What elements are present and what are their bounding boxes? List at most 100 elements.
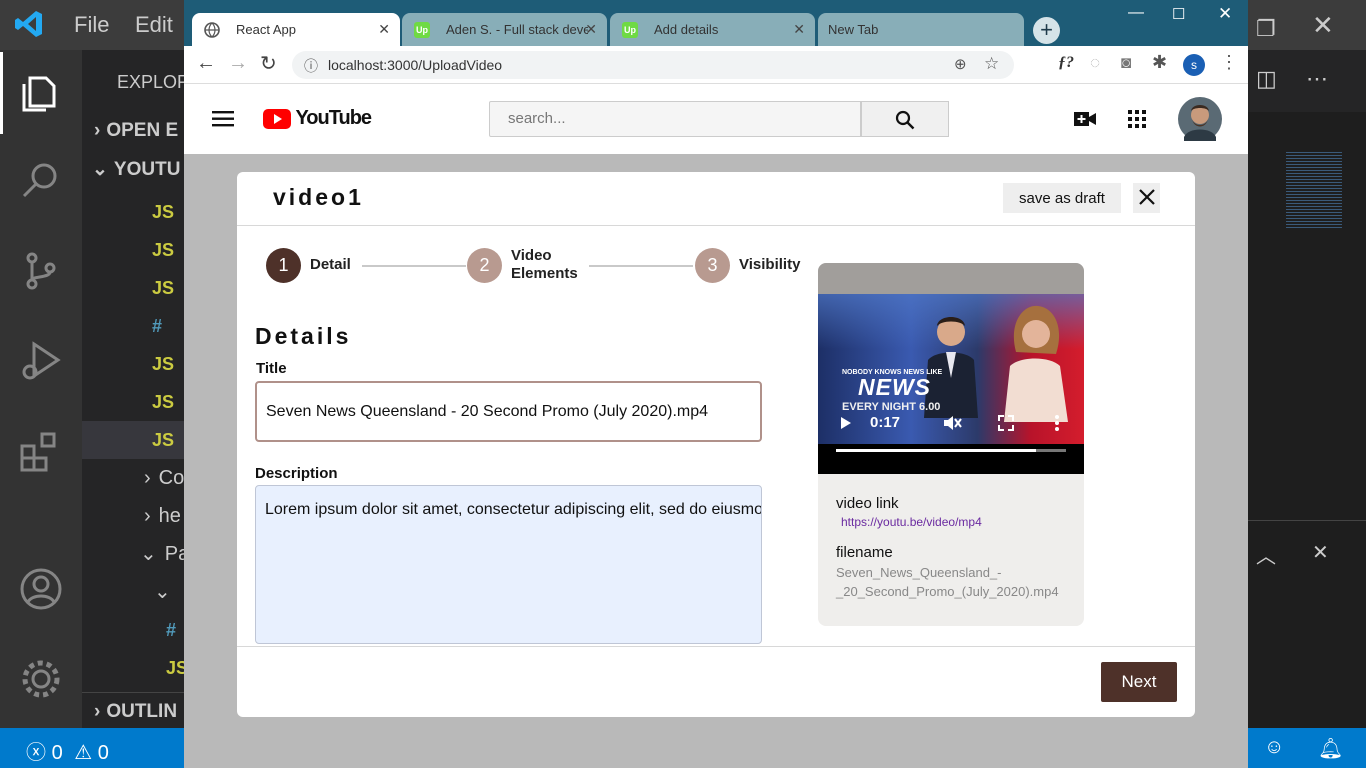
header-divider (237, 225, 1195, 226)
muted-volume-icon[interactable] (942, 414, 962, 432)
window-close-icon[interactable]: ✕ (1312, 10, 1334, 41)
forward-icon[interactable]: → (228, 52, 248, 75)
folder-item[interactable]: ⌄ Pa (82, 535, 184, 573)
step-3-label[interactable]: Visibility (739, 256, 800, 274)
search-button[interactable] (861, 101, 949, 137)
tab-close-icon[interactable]: ✕ (585, 13, 597, 46)
video-player[interactable]: NOBODY KNOWS NEWS LIKE NEWS EVERY NIGHT … (818, 294, 1084, 474)
tab-new-tab[interactable]: New Tab (818, 13, 1024, 46)
file-item[interactable]: JS (82, 269, 184, 307)
folder-item[interactable]: › he (82, 497, 184, 535)
account-icon[interactable] (18, 566, 64, 612)
search-icon[interactable] (18, 158, 64, 204)
more-actions-icon[interactable]: ⋯ (1306, 66, 1328, 92)
step-1-label[interactable]: Detail (310, 256, 351, 274)
step-3-circle[interactable]: 3 (695, 248, 730, 283)
close-icon (1138, 188, 1155, 205)
zoom-icon[interactable]: ⊕ (954, 55, 967, 73)
explorer-icon[interactable] (18, 68, 64, 114)
step-2-circle[interactable]: 2 (467, 248, 502, 283)
profile-avatar[interactable]: s (1183, 54, 1205, 76)
error-icon: ⓧ (26, 742, 46, 764)
extensions-icon[interactable] (18, 428, 64, 474)
tab-title: React App (236, 22, 296, 37)
file-item[interactable]: # (82, 611, 184, 649)
split-editor-icon[interactable]: ◫ (1256, 66, 1277, 92)
file-item-selected[interactable]: JS (82, 421, 184, 459)
news-anchor-figure (1004, 305, 1068, 422)
step-connector (589, 265, 693, 267)
browser-window: React App ✕ Up Aden S. - Full stack deve… (184, 0, 1248, 768)
file-item[interactable]: JS (82, 193, 184, 231)
save-draft-button[interactable]: save as draft (1003, 183, 1121, 213)
create-video-icon[interactable] (1074, 111, 1096, 127)
extension-icon[interactable]: ◌ (1090, 53, 1100, 73)
menu-edit[interactable]: Edit (135, 12, 173, 38)
back-icon[interactable]: ← (196, 52, 216, 75)
problems-indicator[interactable]: ⓧ 0 ⚠ 0 (26, 736, 109, 765)
upload-modal: video1 save as draft 1 Detail 2 Video El… (237, 172, 1195, 717)
section-project[interactable]: ⌄ YOUTU (82, 151, 184, 189)
folder-item[interactable]: › Co (82, 459, 184, 497)
puzzle-icon[interactable]: ✱ (1152, 52, 1167, 73)
tab-react-app[interactable]: React App ✕ (192, 13, 400, 46)
section-open-editors[interactable]: › OPEN E (82, 112, 184, 150)
video-progress-fill (836, 449, 1037, 452)
file-item[interactable]: JS (82, 649, 184, 687)
window-restore-icon[interactable]: ❐ (1256, 16, 1276, 42)
run-debug-icon[interactable] (18, 338, 64, 384)
feedback-icon[interactable]: ☺ (1264, 736, 1284, 759)
tab-close-icon[interactable]: ✕ (793, 13, 805, 46)
minimize-icon[interactable]: — (1128, 4, 1144, 22)
file-item[interactable]: JS (82, 383, 184, 421)
next-button[interactable]: Next (1101, 662, 1177, 702)
warning-icon: ⚠ (74, 742, 93, 764)
video-link[interactable]: https://youtu.be/video/mp4 (841, 515, 982, 529)
bookmark-star-icon[interactable]: ☆ (984, 54, 999, 74)
title-input[interactable] (255, 381, 762, 442)
folder-item-nested[interactable]: ⌄ (82, 573, 184, 611)
maximize-icon[interactable]: ☐ (1172, 5, 1185, 23)
close-modal-button[interactable] (1133, 183, 1160, 213)
video-preview-card: NOBODY KNOWS NEWS LIKE NEWS EVERY NIGHT … (818, 263, 1084, 626)
youtube-header: YouTube search... (184, 84, 1248, 154)
panel-close-icon[interactable]: ✕ (1312, 540, 1329, 565)
file-item[interactable]: JS (82, 345, 184, 383)
tab-upwork-profile[interactable]: Up Aden S. - Full stack develop ✕ (402, 13, 607, 46)
video-progress-track[interactable] (836, 449, 1066, 452)
avatar[interactable] (1178, 97, 1222, 141)
section-outline[interactable]: › OUTLIN (82, 692, 184, 730)
bell-icon[interactable]: 🔔︎ (1318, 736, 1343, 761)
menu-file[interactable]: File (74, 12, 109, 38)
close-window-icon[interactable]: ✕ (1218, 4, 1232, 24)
formula-extension-icon[interactable]: ƒ? (1058, 54, 1074, 72)
youtube-logo[interactable]: YouTube (263, 107, 372, 131)
upwork-icon: Up (622, 22, 638, 38)
tab-add-details[interactable]: Up Add details ✕ (610, 13, 815, 46)
address-bar[interactable]: ⓘ localhost:3000/UploadVideo ☆ ⊕ (292, 51, 1014, 79)
source-control-icon[interactable] (18, 248, 64, 294)
apps-grid-icon[interactable] (1128, 110, 1146, 128)
more-options-icon[interactable] (1054, 414, 1060, 432)
camera-icon[interactable]: ◙ (1121, 53, 1131, 73)
chevron-up-icon[interactable]: ︿ (1256, 540, 1276, 569)
step-1-circle[interactable]: 1 (266, 248, 301, 283)
tab-close-icon[interactable]: ✕ (378, 13, 390, 46)
file-item[interactable]: # (82, 307, 184, 345)
filename-line-2: _20_Second_Promo_(July_2020).mp4 (836, 584, 1059, 599)
gear-icon[interactable] (18, 656, 64, 702)
play-icon[interactable] (840, 416, 852, 430)
new-tab-button[interactable]: + (1033, 17, 1060, 44)
description-input[interactable]: Lorem ipsum dolor sit amet, consectetur … (255, 485, 762, 644)
file-item[interactable]: JS (82, 231, 184, 269)
warning-count: 0 (97, 742, 109, 764)
reload-icon[interactable]: ↻ (260, 51, 277, 76)
info-icon[interactable]: ⓘ (304, 56, 318, 76)
upwork-icon: Up (414, 22, 430, 38)
menu-dots-icon[interactable]: ⋮ (1220, 52, 1238, 73)
search-input[interactable]: search... (489, 101, 861, 137)
fullscreen-icon[interactable] (998, 415, 1014, 431)
step-2-label[interactable]: Video Elements (511, 247, 583, 283)
hamburger-menu-icon[interactable] (212, 110, 236, 128)
filename-line-1: Seven_News_Queensland_- (836, 565, 1002, 580)
